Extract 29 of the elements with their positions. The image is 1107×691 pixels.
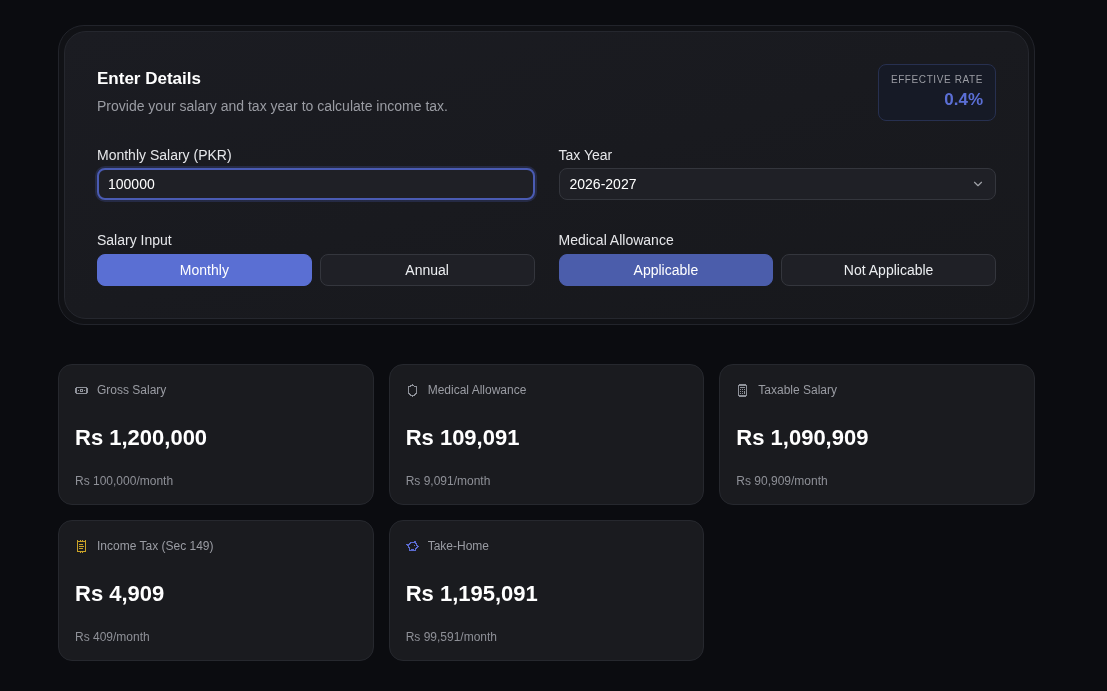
toggle-option[interactable]: Applicable (558, 254, 774, 286)
effective-rate-value: 0.4% (944, 89, 983, 111)
effective-rate-label: EFFECTIVE RATE (890, 74, 983, 86)
salary-input-field[interactable]: 100000 (97, 168, 535, 200)
card-label: Income Tax (Sec 149) (97, 538, 214, 554)
toggle-option[interactable]: Monthly (97, 254, 312, 286)
field-label: Medical Allowance (558, 231, 675, 250)
field-label: Tax Year (558, 146, 614, 165)
card-monthly-value: Rs 100,000/month (75, 473, 175, 489)
field-label: Salary Input (97, 231, 173, 250)
toggle-option[interactable]: Not Applicable (781, 254, 996, 286)
section-title: Enter Details (97, 68, 202, 90)
card-label: Taxable Salary (758, 382, 838, 398)
card-monthly-value: Rs 90,909/month (736, 473, 829, 489)
card-monthly-value: Rs 9,091/month (405, 473, 492, 489)
card-monthly-value: Rs 409/month (75, 629, 151, 645)
field-label: Monthly Salary (PKR) (97, 146, 233, 165)
tax-year-select[interactable]: 2026-2027 (558, 168, 996, 200)
toggle-option[interactable]: Annual (319, 254, 535, 286)
section-subtitle: Provide your salary and tax year to calculate income tax. (97, 97, 448, 116)
card-value: Rs 109,091 (405, 424, 521, 452)
card-value: Rs 1,090,909 (736, 424, 870, 452)
card-label: Medical Allowance (427, 382, 527, 398)
card-label: Gross Salary (97, 382, 167, 398)
card-value: Rs 1,200,000 (75, 424, 209, 452)
card-monthly-value: Rs 99,591/month (405, 629, 499, 645)
card-value: Rs 1,195,091 (405, 580, 539, 608)
card-label: Take-Home (427, 538, 489, 554)
card-value: Rs 4,909 (75, 580, 166, 608)
